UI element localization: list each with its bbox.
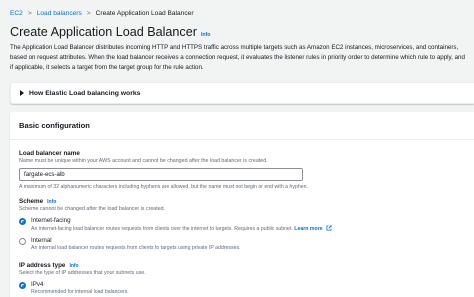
breadcrumb: EC2 > Load balancers > Create Applicatio… bbox=[10, 6, 194, 20]
ip-address-type-label: IP address type bbox=[19, 262, 66, 269]
how-elb-works-expander[interactable]: How Elastic Load balancing works bbox=[10, 82, 474, 104]
basic-configuration-panel: Basic configuration Load balancer name N… bbox=[10, 112, 474, 297]
breadcrumb-ec2-link[interactable]: EC2 bbox=[10, 10, 23, 17]
internet-facing-label: Internet-facing bbox=[31, 217, 71, 224]
scheme-option-internal[interactable]: Internal An internal load balancer route… bbox=[19, 237, 332, 251]
ip-option-ipv4[interactable]: IPv4 Recommended for internal load balan… bbox=[19, 281, 146, 295]
scheme-info-link[interactable]: Info bbox=[47, 199, 56, 205]
ip-address-type-label-row: IP address type Info bbox=[19, 262, 146, 269]
page-description: The Application Load Balancer distribute… bbox=[10, 44, 465, 71]
learn-more-link[interactable]: Learn more bbox=[294, 226, 322, 232]
ipv4-description: Recommended for internal load balancers. bbox=[31, 289, 129, 295]
scheme-description: Scheme cannot be changed after the load … bbox=[19, 206, 166, 212]
internet-facing-description: An internet-facing load balancer routes … bbox=[31, 225, 332, 232]
page-info-link[interactable]: Info bbox=[201, 32, 211, 38]
ip-address-type-info-link[interactable]: Info bbox=[69, 263, 78, 269]
load-balancer-name-field: Load balancer name Name must be unique w… bbox=[19, 150, 308, 190]
breadcrumb-load-balancers-link[interactable]: Load balancers bbox=[37, 10, 82, 17]
load-balancer-name-input[interactable]: fargate-ecs-alb bbox=[19, 168, 303, 181]
scheme-option-internet-facing[interactable]: Internet-facing An internet-facing load … bbox=[19, 217, 332, 232]
ip-address-type-description: Select the type of IP addresses that you… bbox=[19, 270, 146, 276]
basic-configuration-title: Basic configuration bbox=[19, 121, 90, 130]
page-header: Create Application Load Balancer Info bbox=[10, 25, 210, 39]
caret-right-icon bbox=[20, 90, 24, 96]
internal-label: Internal bbox=[31, 237, 52, 244]
chevron-right-icon: > bbox=[86, 9, 91, 17]
load-balancer-name-label: Load balancer name bbox=[19, 150, 80, 157]
ip-address-type-field: IP address type Info Select the type of … bbox=[19, 262, 146, 295]
page-title: Create Application Load Balancer bbox=[10, 25, 197, 39]
internal-description: An internal load balancer routes request… bbox=[31, 245, 241, 251]
ipv4-label: IPv4 bbox=[31, 281, 44, 288]
breadcrumb-current: Create Application Load Balancer bbox=[95, 9, 194, 17]
external-link-icon[interactable] bbox=[326, 225, 332, 231]
load-balancer-name-constraint: A maximum of 32 alphanumeric characters … bbox=[19, 184, 308, 190]
expander-title: How Elastic Load balancing works bbox=[29, 89, 141, 97]
radio-internet-facing[interactable] bbox=[19, 218, 26, 225]
load-balancer-name-description: Name must be unique within your AWS acco… bbox=[19, 158, 268, 164]
basic-configuration-header: Basic configuration bbox=[10, 112, 474, 140]
internet-facing-description-text: An internet-facing load balancer routes … bbox=[31, 226, 293, 232]
radio-internal[interactable] bbox=[19, 238, 26, 245]
scheme-label: Scheme bbox=[19, 198, 44, 205]
scheme-label-row: Scheme Info bbox=[19, 198, 332, 205]
chevron-right-icon: > bbox=[27, 9, 32, 17]
scheme-field: Scheme Info Scheme cannot be changed aft… bbox=[19, 198, 332, 251]
radio-ipv4[interactable] bbox=[19, 282, 26, 289]
